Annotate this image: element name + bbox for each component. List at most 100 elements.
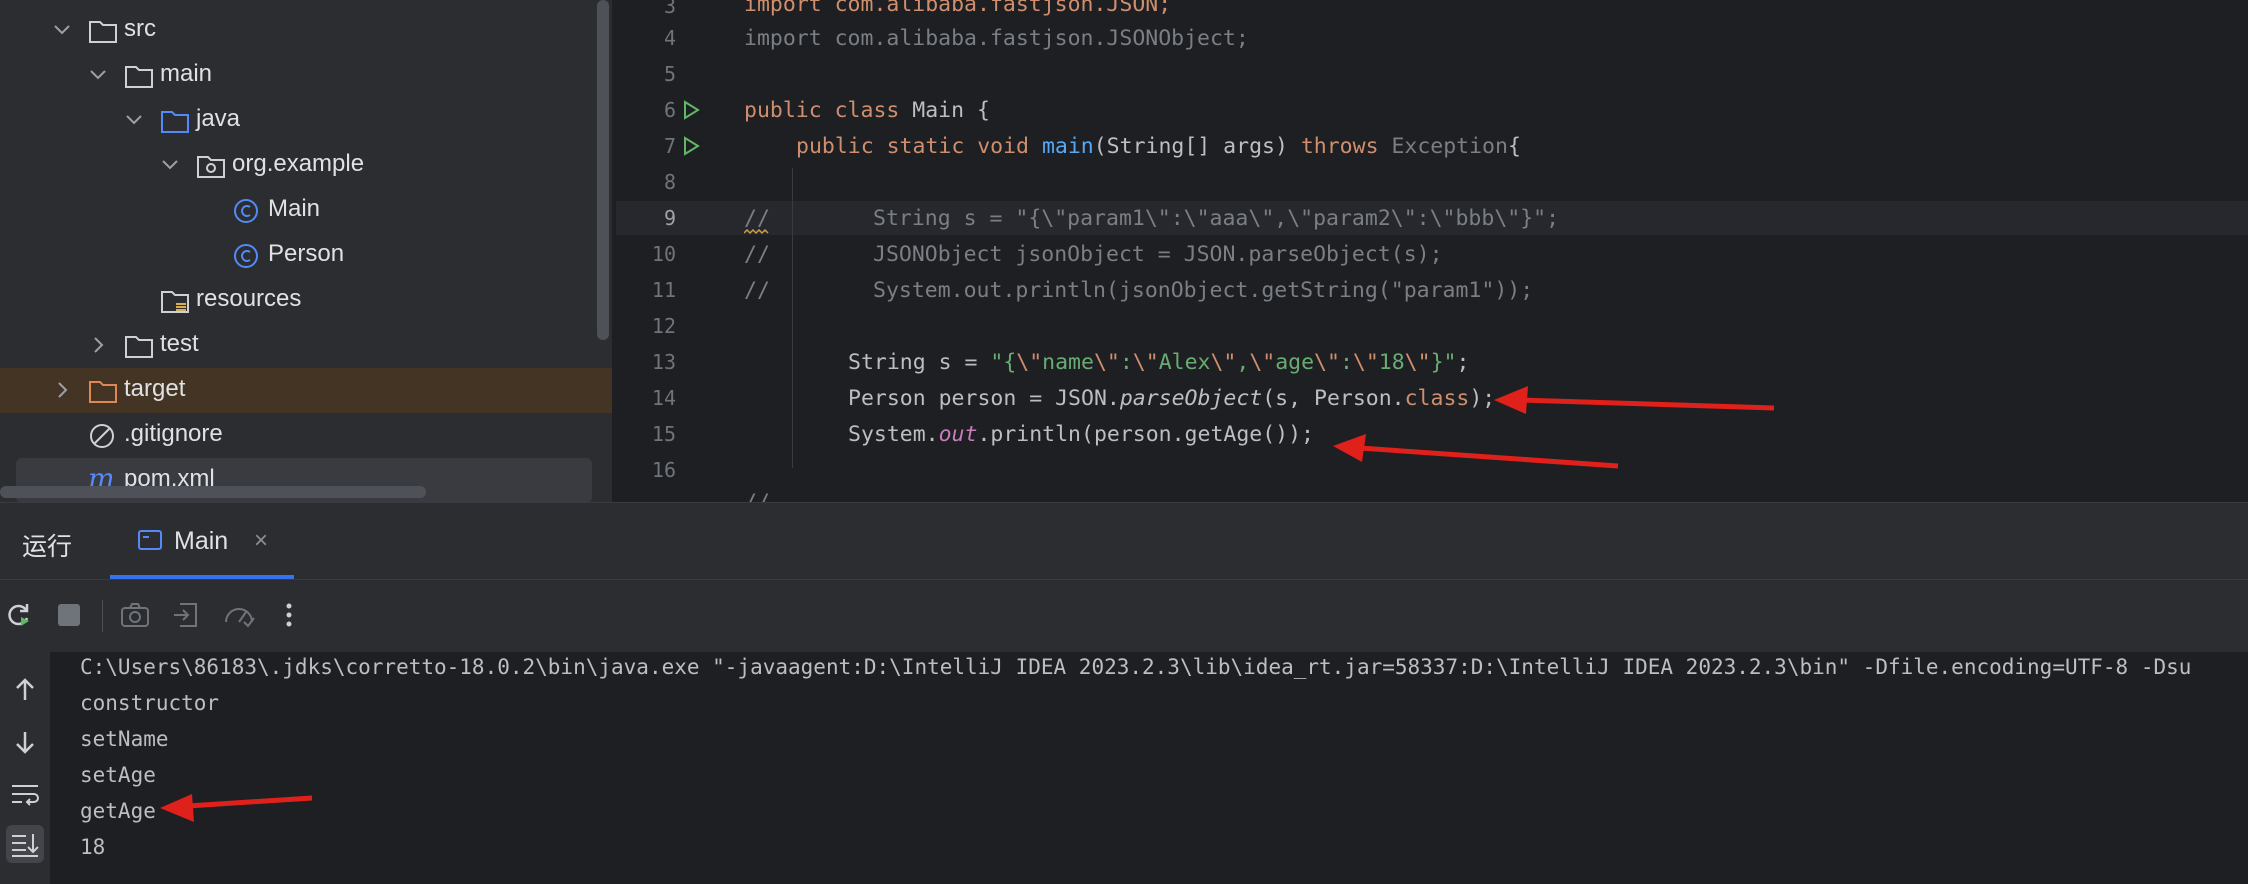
- console-line: setName: [80, 727, 169, 751]
- resources-folder-icon: [161, 291, 189, 313]
- tree-item-resources[interactable]: resources: [0, 278, 612, 323]
- package-icon: [197, 156, 225, 178]
- code-line-10-code: JSONObject jsonObject = JSON.parseObject…: [873, 242, 1443, 267]
- tree-vertical-scrollbar[interactable]: [597, 0, 609, 340]
- line-number: 8: [663, 170, 676, 194]
- tree-item-org-example[interactable]: org.example: [0, 143, 612, 188]
- line-number: 6: [663, 98, 676, 122]
- tree-item-person-class[interactable]: Person: [0, 233, 612, 278]
- tab-main-label: Main: [174, 527, 229, 555]
- console-line: C:\Users\86183\.jdks\corretto-18.0.2\bin…: [80, 655, 2192, 679]
- line-number: 10: [651, 242, 676, 266]
- line-number: 16: [651, 458, 676, 482]
- more-icon[interactable]: [272, 598, 306, 632]
- code-line-4: import com.alibaba.fastjson.JSONObject;: [744, 26, 1249, 51]
- line-number: 3: [663, 0, 676, 18]
- code-line-10-comment: //: [744, 242, 770, 267]
- code-line-14: Person person = JSON.parseObject(s, Pers…: [848, 386, 1496, 411]
- tree-item-main-class[interactable]: Main: [0, 188, 612, 233]
- warning-squiggle: [744, 229, 769, 235]
- code-line-6: public class Main {: [744, 98, 990, 123]
- source-folder-icon: [161, 111, 189, 133]
- excluded-folder-icon: [89, 381, 117, 403]
- tree-item-label: java: [196, 105, 241, 132]
- line-number: 12: [651, 314, 676, 338]
- tree-item-gitignore[interactable]: .gitignore: [0, 413, 612, 458]
- folder-icon: [125, 336, 153, 358]
- tab-main[interactable]: Main ×: [138, 517, 294, 567]
- code-line-9-code: String s = "{\"param1\":\"aaa\",\"param2…: [873, 206, 1560, 231]
- line-number: 5: [663, 62, 676, 86]
- chevron-down-icon[interactable]: [124, 109, 144, 131]
- chevron-right-icon[interactable]: [88, 334, 108, 356]
- console-output[interactable]: C:\Users\86183\.jdks\corretto-18.0.2\bin…: [56, 651, 2248, 884]
- run-toolbar: [0, 579, 2248, 652]
- tree-item-label: src: [124, 15, 156, 42]
- console-side-toolbar: [0, 651, 50, 884]
- chevron-down-icon[interactable]: [160, 154, 180, 176]
- code-editor[interactable]: 3 4 5 6 7 8 9 10 11 12 13 14 15 16 impor…: [616, 0, 2248, 502]
- tree-item-label: Person: [268, 240, 345, 267]
- project-tree: src main java org.example Main Person re…: [0, 0, 612, 502]
- run-window-title: 运行: [22, 533, 73, 561]
- ignore-file-icon: [90, 424, 114, 448]
- line-number: 13: [651, 350, 676, 374]
- code-line-13: String s = "{\"name\":\"Alex\",\"age\":\…: [848, 350, 1470, 375]
- folder-icon: [125, 66, 153, 88]
- console-line: constructor: [80, 691, 220, 715]
- tree-item-target[interactable]: target: [0, 368, 612, 413]
- toolbar-separator: [102, 600, 103, 632]
- tree-item-label: org.example: [232, 150, 365, 177]
- run-gutter-icon[interactable]: [680, 99, 702, 121]
- run-window-header: 运行 Main ×: [0, 503, 2248, 579]
- scroll-to-end-icon: [12, 834, 39, 857]
- scroll-to-end-button[interactable]: [6, 825, 44, 863]
- tree-item-java[interactable]: java: [0, 98, 612, 143]
- line-number: 7: [663, 134, 676, 158]
- export-icon[interactable]: [170, 598, 204, 632]
- tree-item-src[interactable]: src: [0, 8, 612, 53]
- tree-item-test[interactable]: test: [0, 323, 612, 368]
- run-tool-window: 运行 Main × C:\Users\86183\.jdks\corretto-…: [0, 502, 2248, 884]
- console-line: setAge: [80, 763, 156, 787]
- code-line-9-comment: //: [744, 206, 770, 231]
- down-arrow-icon[interactable]: [6, 723, 44, 761]
- code-line-11-code: System.out.println(jsonObject.getString(…: [873, 278, 1534, 303]
- code-line-17-comment: //: [744, 490, 770, 502]
- rerun-icon[interactable]: [2, 598, 36, 632]
- tree-item-label: main: [160, 60, 213, 87]
- tree-item-label: .gitignore: [124, 420, 223, 447]
- code-line-3: import com.alibaba.fastjson.JSON;: [744, 0, 1172, 17]
- code-line-11-comment: //: [744, 278, 770, 303]
- class-icon: [234, 244, 258, 268]
- code-line-7: public static void main(String[] args) t…: [796, 134, 1521, 159]
- line-number: 11: [651, 278, 676, 302]
- tree-horizontal-scrollbar[interactable]: [0, 486, 426, 498]
- console-line: 18: [80, 835, 106, 859]
- code-line-15: System.out.println(person.getAge());: [848, 422, 1314, 447]
- chevron-down-icon[interactable]: [88, 64, 108, 86]
- run-gutter-icon[interactable]: [680, 135, 702, 157]
- up-arrow-icon[interactable]: [6, 671, 44, 709]
- tree-item-label: Main: [268, 195, 321, 222]
- line-number-current: 9: [663, 206, 676, 230]
- tree-item-label: test: [160, 330, 199, 357]
- close-icon[interactable]: ×: [254, 527, 268, 555]
- camera-icon[interactable]: [118, 598, 152, 632]
- tree-item-label: target: [124, 375, 186, 402]
- line-number: 4: [663, 26, 676, 50]
- chevron-right-icon[interactable]: [52, 379, 72, 401]
- tree-item-main[interactable]: main: [0, 53, 612, 98]
- console-icon: [138, 530, 162, 550]
- stop-icon[interactable]: [52, 598, 86, 632]
- class-icon: [234, 199, 258, 223]
- folder-icon: [89, 21, 117, 43]
- indent-guide: [792, 168, 793, 468]
- chevron-down-icon[interactable]: [52, 19, 72, 41]
- line-number: 15: [651, 422, 676, 446]
- line-number: 14: [651, 386, 676, 410]
- soft-wrap-icon[interactable]: [6, 775, 44, 813]
- tree-item-label: resources: [196, 285, 302, 312]
- console-line: getAge: [80, 799, 156, 823]
- profiler-icon[interactable]: [222, 598, 256, 632]
